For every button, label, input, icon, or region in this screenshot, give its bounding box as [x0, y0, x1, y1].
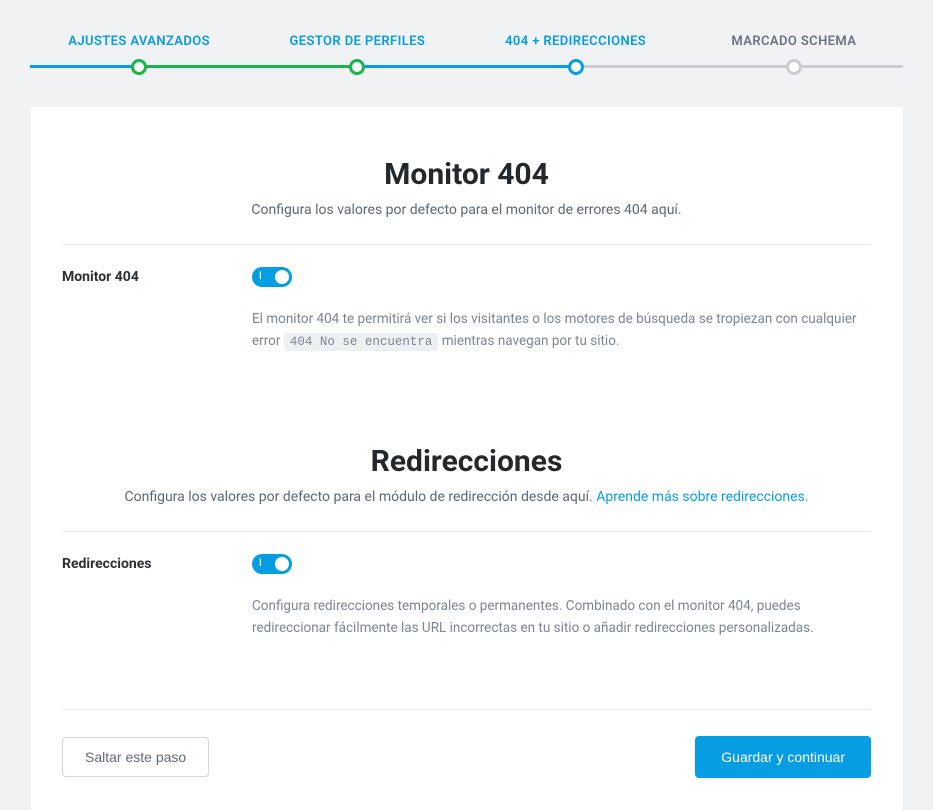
step-dot-icon: [568, 59, 584, 75]
setting-redirects: Redirecciones ǀ Configura redirecciones …: [62, 532, 871, 669]
toggle-knob-icon: [275, 270, 289, 284]
step-schema-markup[interactable]: MARCADO SCHEMA: [685, 30, 903, 67]
skip-step-button[interactable]: Saltar este paso: [62, 737, 209, 777]
setting-monitor-404: Monitor 404 ǀ El monitor 404 te permitir…: [62, 245, 871, 382]
step-profile-manager[interactable]: GESTOR DE PERFILES: [248, 30, 466, 67]
toggle-on-icon: ǀ: [259, 270, 262, 284]
toggle-redirects[interactable]: ǀ: [252, 554, 292, 574]
save-continue-button[interactable]: Guardar y continuar: [695, 736, 871, 778]
settings-card: Monitor 404 Configura los valores por de…: [30, 107, 903, 810]
setting-label: Monitor 404: [62, 267, 252, 352]
step-advanced-settings[interactable]: AJUSTES AVANZADOS: [30, 30, 248, 67]
stepper-line: [30, 65, 139, 68]
stepper-line: [357, 65, 575, 68]
setting-label: Redirecciones: [62, 554, 252, 639]
step-dot-icon: [786, 59, 802, 75]
setup-stepper: AJUSTES AVANZADOS GESTOR DE PERFILES 404…: [30, 30, 903, 67]
learn-more-link[interactable]: Aprende más sobre redirecciones.: [596, 489, 808, 505]
stepper-line: [139, 65, 357, 68]
section-description: Configura los valores por defecto para e…: [62, 489, 871, 505]
section-redirects: Redirecciones Configura los valores por …: [62, 382, 871, 669]
setting-body: ǀ El monitor 404 te permitirá ver si los…: [252, 267, 871, 352]
step-dot-icon: [349, 59, 365, 75]
section-title-monitor-404: Monitor 404: [62, 157, 871, 192]
setting-body: ǀ Configura redirecciones temporales o p…: [252, 554, 871, 639]
help-text: Configura redirecciones temporales o per…: [252, 596, 862, 639]
step-dot-icon: [131, 59, 147, 75]
toggle-on-icon: ǀ: [259, 557, 262, 571]
description-text: Configura los valores por defecto para e…: [125, 489, 597, 505]
step-404-redirects[interactable]: 404 + REDIRECCIONES: [467, 30, 685, 67]
toggle-knob-icon: [275, 557, 289, 571]
code-snippet: 404 No se encuentra: [284, 333, 439, 351]
section-title-redirects: Redirecciones: [62, 444, 871, 479]
card-footer: Saltar este paso Guardar y continuar: [62, 709, 871, 778]
section-description: Configura los valores por defecto para e…: [62, 202, 871, 218]
help-text-part: mientras navegan por tu sitio.: [438, 333, 619, 349]
help-text: El monitor 404 te permitirá ver si los v…: [252, 309, 862, 352]
toggle-monitor-404[interactable]: ǀ: [252, 267, 292, 287]
stepper-line: [576, 65, 903, 68]
